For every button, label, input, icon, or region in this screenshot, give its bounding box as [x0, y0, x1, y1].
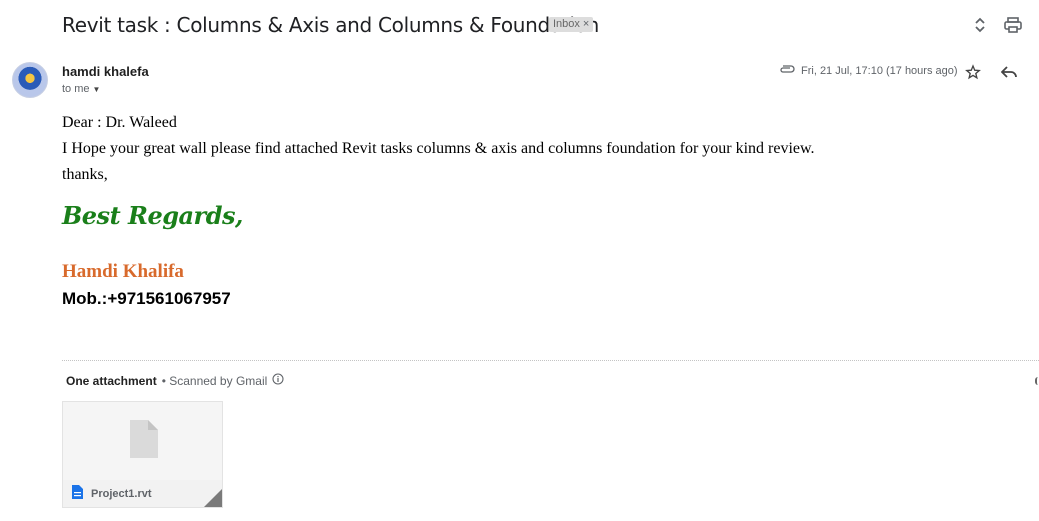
signature-mobile: Mob.:+971561067957	[62, 289, 231, 308]
sender-name[interactable]: hamdi khalefa	[62, 64, 149, 79]
remove-label-icon[interactable]: ×	[583, 17, 589, 32]
signature-name: Hamdi Khalifa	[62, 261, 184, 282]
file-icon	[72, 484, 83, 504]
attachments-divider	[62, 360, 1039, 361]
email-date: Fri, 21 Jul, 17:10 (17 hours ago)	[801, 64, 958, 77]
email-subject: Revit task : Columns & Axis and Columns …	[62, 13, 599, 37]
attachment-clip-icon	[779, 64, 795, 77]
sender-avatar[interactable]	[12, 62, 48, 98]
attachment-card[interactable]: Project1.rvt	[62, 401, 223, 508]
attachment-filename: Project1.rvt	[91, 488, 152, 500]
attachment-preview	[63, 402, 222, 480]
attachment-footer: Project1.rvt	[63, 480, 222, 507]
inbox-label-chip[interactable]: Inbox ×	[549, 17, 594, 32]
print-icon[interactable]	[1002, 15, 1024, 35]
inbox-label-text: Inbox	[553, 18, 580, 30]
email-date-row: Fri, 21 Jul, 17:10 (17 hours ago)	[779, 64, 958, 77]
attachments-header: One attachment • Scanned by Gmail	[66, 373, 284, 388]
signature-regards: Best Regards,	[62, 201, 243, 230]
scan-status: • Scanned by Gmail	[161, 373, 268, 388]
page-fold	[203, 488, 222, 507]
body-line-greeting: Dear : Dr. Waleed	[62, 114, 177, 131]
expand-collapse-icon[interactable]	[970, 15, 990, 35]
attachment-count: One attachment	[66, 373, 157, 388]
email-body: Dear : Dr. Waleed I Hope your great wall…	[62, 110, 815, 188]
star-icon[interactable]	[963, 62, 983, 82]
chevron-down-icon: ▼	[92, 84, 101, 94]
recipient-label: to me	[62, 83, 90, 95]
document-icon	[128, 419, 158, 463]
body-line-thanks: thanks,	[62, 166, 108, 183]
more-options-icon[interactable]	[1035, 377, 1039, 385]
recipient-details-toggle[interactable]: to me ▼	[62, 83, 100, 95]
info-icon[interactable]	[272, 373, 284, 388]
reply-icon[interactable]	[998, 62, 1020, 82]
body-line-message: I Hope your great wall please find attac…	[62, 140, 815, 157]
